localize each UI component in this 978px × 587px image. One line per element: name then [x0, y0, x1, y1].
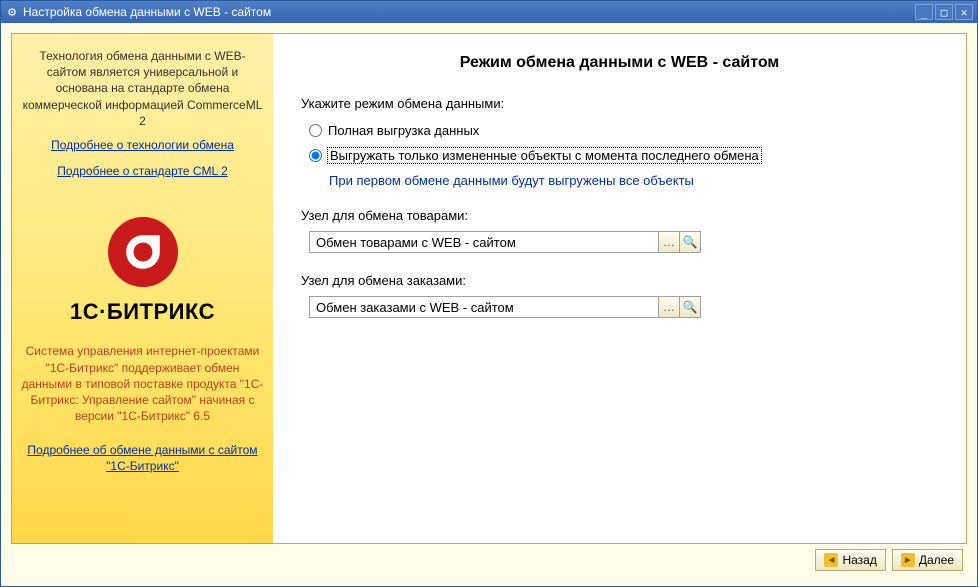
window: ⚙ Настройка обмена данными с WEB - сайто…	[0, 0, 978, 587]
goods-node-row: … 🔍	[301, 231, 938, 253]
radio-changed-only-row: Выгружать только измененные объекты с мо…	[301, 148, 938, 163]
page-heading: Режим обмена данными с WEB - сайтом	[301, 54, 938, 72]
sidebar-desc: Система управления интернет-проектами "1…	[20, 343, 265, 424]
link-cml-details[interactable]: Подробнее о стандарте CML 2	[57, 163, 228, 179]
first-exchange-hint: При первом обмене данными будут выгружен…	[301, 173, 938, 188]
goods-node-label: Узел для обмена товарами:	[301, 208, 938, 223]
orders-search-button[interactable]: 🔍	[679, 296, 701, 318]
arrow-left-icon: ◄	[824, 553, 838, 567]
back-button[interactable]: ◄ Назад	[815, 549, 885, 571]
bitrix-logo-icon	[108, 217, 178, 287]
search-icon: 🔍	[683, 235, 698, 249]
window-controls: _ □ ✕	[915, 4, 973, 20]
window-title: Настройка обмена данными с WEB - сайтом	[23, 5, 915, 19]
radio-changed-only[interactable]	[309, 149, 322, 162]
mode-label: Укажите режим обмена данными:	[301, 96, 938, 111]
app-icon: ⚙	[5, 5, 19, 19]
orders-node-row: … 🔍	[301, 296, 938, 318]
orders-node-input[interactable]	[309, 296, 659, 318]
orders-browse-button[interactable]: …	[658, 296, 680, 318]
main-panel: Режим обмена данными с WEB - сайтом Укаж…	[273, 34, 966, 543]
sidebar: Технология обмена данными с WEB-сайтом я…	[12, 34, 273, 543]
link-tech-details[interactable]: Подробнее о технологии обмена	[51, 137, 234, 153]
search-icon: 🔍	[683, 300, 698, 314]
content-wrap: Технология обмена данными с WEB-сайтом я…	[1, 23, 977, 586]
radio-changed-only-label[interactable]: Выгружать только измененные объекты с мо…	[328, 148, 761, 163]
radio-full-export-label[interactable]: Полная выгрузка данных	[328, 123, 479, 138]
next-button[interactable]: ► Далее	[892, 549, 963, 571]
goods-browse-button[interactable]: …	[658, 231, 680, 253]
maximize-button[interactable]: □	[935, 4, 953, 20]
link-bitrix-details[interactable]: Подробнее об обмене данными с сайтом "1С…	[20, 442, 265, 474]
next-label: Далее	[919, 553, 954, 567]
arrow-right-icon: ►	[901, 553, 915, 567]
inner-panel: Технология обмена данными с WEB-сайтом я…	[11, 33, 967, 544]
radio-full-export-row: Полная выгрузка данных	[301, 123, 938, 138]
minimize-button[interactable]: _	[915, 4, 933, 20]
close-button[interactable]: ✕	[955, 4, 973, 20]
footer: ◄ Назад ► Далее	[11, 544, 967, 576]
goods-node-input[interactable]	[309, 231, 659, 253]
back-label: Назад	[842, 553, 876, 567]
logo-text: 1С·БИТРИКС	[70, 299, 215, 325]
orders-node-label: Узел для обмена заказами:	[301, 273, 938, 288]
logo-block: 1С·БИТРИКС	[70, 217, 215, 325]
goods-search-button[interactable]: 🔍	[679, 231, 701, 253]
titlebar[interactable]: ⚙ Настройка обмена данными с WEB - сайто…	[1, 1, 977, 23]
radio-full-export[interactable]	[309, 124, 322, 137]
sidebar-intro: Технология обмена данными с WEB-сайтом я…	[20, 48, 265, 129]
